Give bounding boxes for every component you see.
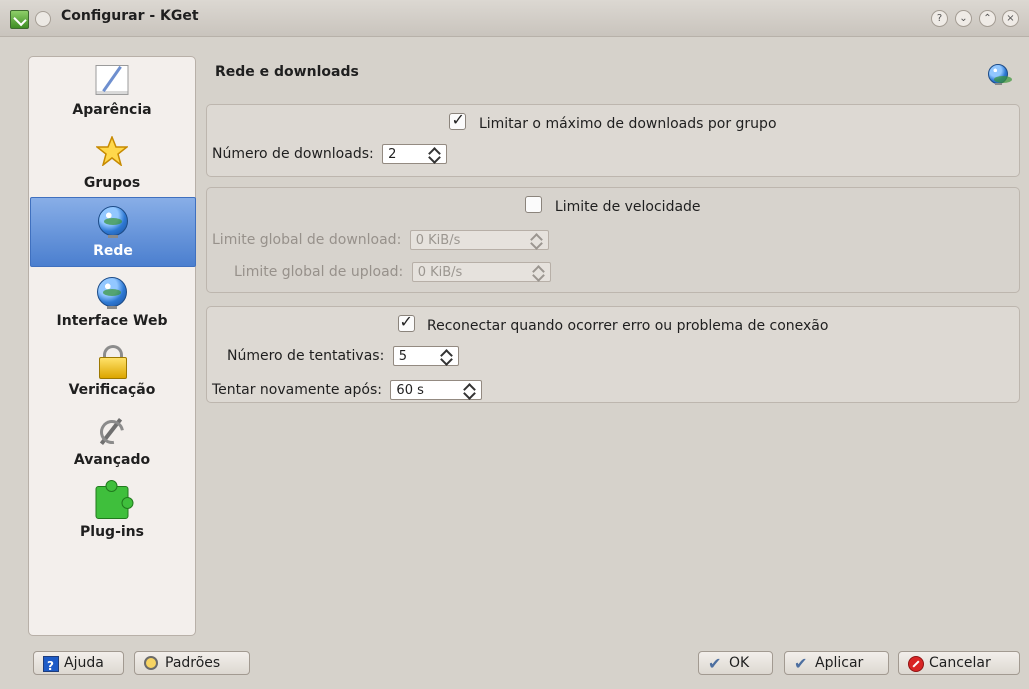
global-upload-limit-spinbox[interactable]: 0 KiB/s: [411, 262, 551, 282]
max-downloads-checkbox[interactable]: [449, 110, 467, 130]
reconnect-checkbox-row[interactable]: Reconectar quando ocorrer erro ou proble…: [207, 312, 1019, 334]
window-title: Configurar - KGet: [61, 8, 199, 24]
window-menu-button[interactable]: [35, 11, 51, 27]
ok-button[interactable]: ✔ OK: [698, 651, 773, 675]
globe-icon: [97, 277, 127, 309]
tools-icon: [95, 415, 129, 449]
sidebar-item-label: Verificação: [68, 382, 156, 398]
sidebar-item-label: Rede: [93, 243, 133, 259]
check-icon: ✔: [794, 654, 808, 673]
apply-button[interactable]: ✔ Aplicar: [784, 651, 889, 675]
max-downloads-checkbox-row[interactable]: Limitar o máximo de downloads por grupo: [207, 110, 1019, 132]
retry-delay-label: Tentar novamente após:: [212, 382, 382, 398]
minimize-button[interactable]: ⌄: [955, 10, 972, 27]
speed-limit-checkbox-row[interactable]: Limite de velocidade: [207, 196, 1019, 215]
sidebar-item-label: Aparência: [72, 102, 152, 118]
speed-limit-group: Limite de velocidade Limite global de do…: [206, 187, 1020, 293]
retry-delay-spinbox[interactable]: 60 s: [390, 380, 483, 400]
appearance-icon: [95, 65, 129, 95]
global-upload-limit-label: Limite global de upload:: [234, 264, 404, 280]
sidebar-item-verificacao[interactable]: Verificação: [29, 341, 195, 411]
sidebar-item-label: Grupos: [83, 175, 141, 191]
cancel-button-label: Cancelar: [929, 655, 991, 671]
downloads-count-label: Número de downloads:: [212, 146, 374, 162]
reconnect-checkbox[interactable]: [397, 312, 415, 332]
downloads-count-row: Número de downloads: 2: [212, 144, 448, 164]
speed-limit-checkbox[interactable]: [525, 196, 543, 213]
reconnect-group: Reconectar quando ocorrer erro ou proble…: [206, 306, 1020, 403]
close-button[interactable]: ×: [1002, 10, 1019, 27]
retry-count-spinbox[interactable]: 5: [392, 346, 459, 366]
maximize-button[interactable]: ⌃: [979, 10, 996, 27]
sidebar-item-grupos[interactable]: Grupos: [29, 131, 195, 201]
sidebar-item-rede[interactable]: Rede: [30, 197, 196, 267]
sidebar-item-aparencia[interactable]: Aparência: [29, 57, 195, 127]
global-download-limit-label: Limite global de download:: [212, 232, 402, 248]
kget-app-icon: [10, 10, 29, 29]
ok-button-label: OK: [729, 655, 750, 671]
retry-count-label: Número de tentativas:: [227, 348, 385, 364]
cancel-button[interactable]: Cancelar: [898, 651, 1020, 675]
title-bar: Configurar - KGet ? ⌄ ⌃ ×: [0, 0, 1029, 37]
downloads-count-spinbox[interactable]: 2: [382, 144, 448, 164]
defaults-button[interactable]: Padrões: [134, 651, 250, 675]
globe-icon: [98, 206, 128, 238]
help-icon: [43, 655, 59, 677]
retry-count-row: Número de tentativas: 5: [227, 346, 459, 366]
lock-icon: [99, 345, 127, 379]
speed-limit-checkbox-label: Limite de velocidade: [554, 199, 701, 215]
help-button[interactable]: Ajuda: [33, 651, 124, 677]
defaults-button-label: Padrões: [165, 655, 221, 671]
sidebar-item-label: Interface Web: [56, 313, 168, 329]
sidebar-item-label: Plug-ins: [80, 524, 144, 540]
network-globe-icon: [988, 64, 1012, 85]
star-icon: [96, 136, 128, 166]
help-window-button[interactable]: ?: [931, 10, 948, 27]
reconnect-checkbox-label: Reconectar quando ocorrer erro ou proble…: [426, 318, 829, 334]
global-upload-limit-row: Limite global de upload: 0 KiB/s: [234, 262, 551, 282]
help-button-label: Ajuda: [64, 655, 104, 671]
sidebar-item-label: Avançado: [73, 452, 151, 468]
global-download-limit-row: Limite global de download: 0 KiB/s: [212, 230, 549, 250]
sidebar-item-plug-ins[interactable]: Plug-ins: [29, 480, 195, 551]
cancel-icon: [908, 656, 924, 672]
settings-sidebar: Aparência Grupos Rede Interface Web Veri…: [28, 56, 196, 636]
check-icon: ✔: [708, 654, 722, 673]
global-download-limit-spinbox[interactable]: 0 KiB/s: [409, 230, 549, 250]
sidebar-item-avancado[interactable]: Avançado: [29, 411, 195, 481]
retry-delay-row: Tentar novamente após: 60 s: [212, 380, 483, 400]
sidebar-item-interface-web[interactable]: Interface Web: [29, 271, 195, 341]
defaults-icon: [144, 656, 158, 670]
page-title: Rede e downloads: [215, 64, 359, 80]
puzzle-icon: [95, 480, 134, 519]
max-downloads-group: Limitar o máximo de downloads por grupo …: [206, 104, 1020, 177]
apply-button-label: Aplicar: [815, 655, 864, 671]
max-downloads-checkbox-label: Limitar o máximo de downloads por grupo: [478, 116, 777, 132]
